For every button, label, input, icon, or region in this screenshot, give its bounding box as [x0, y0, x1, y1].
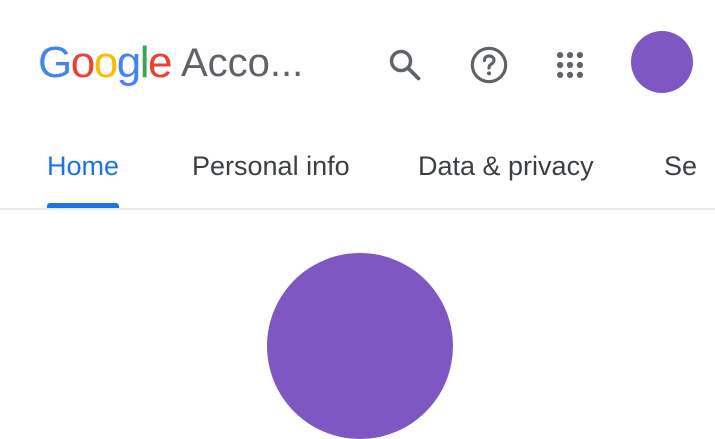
logo-letter-l: l [139, 38, 150, 87]
tab-personal-info[interactable]: Personal info [192, 148, 350, 208]
help-button[interactable] [466, 42, 512, 88]
tab-security-label: Se [664, 151, 698, 181]
logo-letter-g1: G [38, 38, 72, 87]
tab-home-label: Home [47, 151, 120, 181]
logo-letter-o1: o [70, 38, 95, 87]
tab-home[interactable]: Home [47, 148, 120, 208]
logo-letter-g2: g [116, 38, 141, 87]
app-name: Acco... [180, 41, 304, 85]
tab-data-privacy[interactable]: Data & privacy [418, 148, 594, 208]
search-icon [389, 49, 421, 81]
logo-letter-o2: o [93, 38, 118, 87]
tab-data-privacy-label: Data & privacy [418, 151, 594, 181]
help-icon [470, 46, 508, 84]
tab-bar: Home Personal info Data & privacy Se [0, 130, 715, 210]
profile-avatar[interactable] [267, 253, 453, 439]
tab-personal-info-label: Personal info [192, 151, 350, 181]
search-button[interactable] [382, 42, 428, 88]
account-avatar-button[interactable] [631, 31, 693, 93]
logo-letter-e: e [147, 38, 172, 87]
tab-security[interactable]: Se [664, 148, 697, 208]
apps-button[interactable] [547, 42, 593, 88]
google-logo: Google [38, 38, 172, 88]
top-app-bar: Google Acco... [0, 0, 715, 130]
apps-grid-icon [556, 51, 584, 79]
google-account-title: Google Acco... [38, 38, 303, 88]
active-tab-indicator [47, 203, 120, 208]
